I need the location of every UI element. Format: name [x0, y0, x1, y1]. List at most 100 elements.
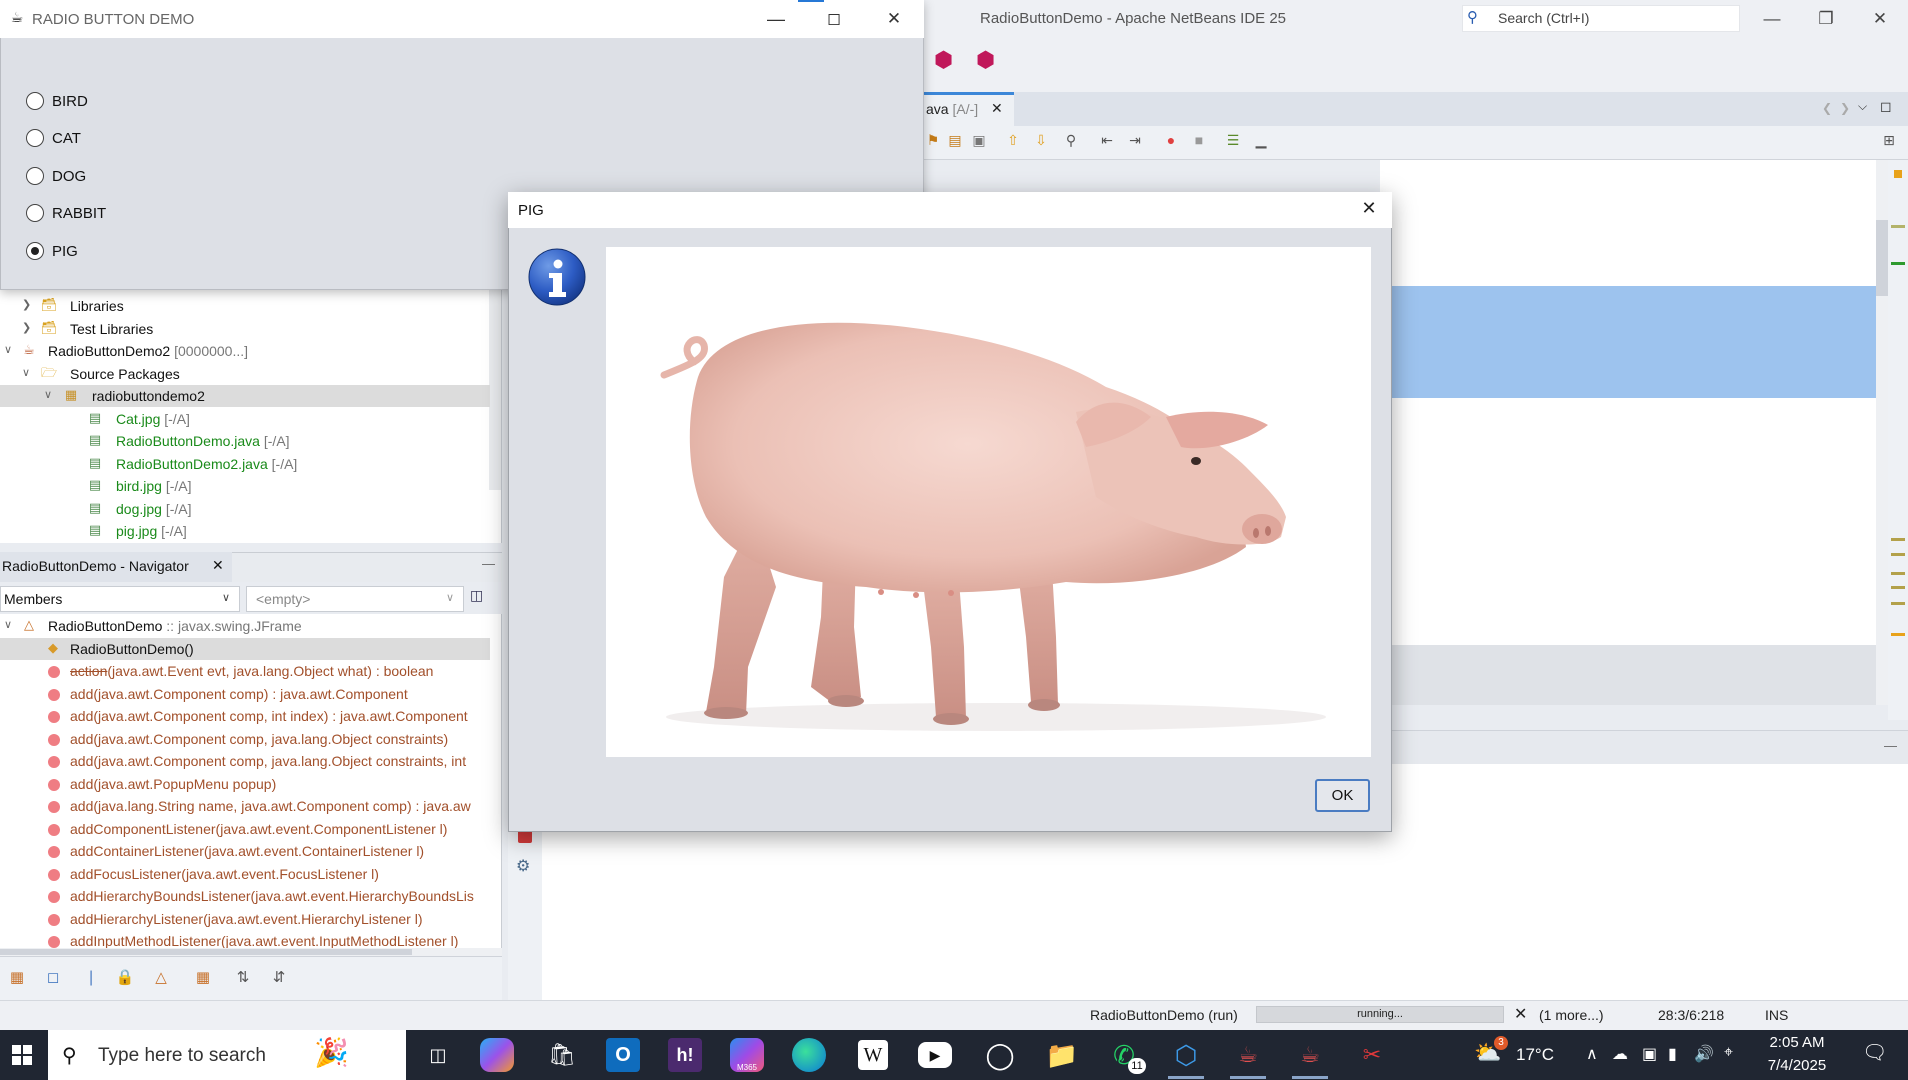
ide-close-button[interactable]: ✕	[1858, 4, 1902, 34]
error-stripe-mark[interactable]	[1891, 538, 1905, 541]
dialog-close-button[interactable]: ✕	[1355, 198, 1383, 222]
projects-scrollbar[interactable]	[489, 290, 501, 490]
navigator-method-row[interactable]: add(java.awt.PopupMenu popup)	[0, 773, 490, 795]
stop-macro-icon[interactable]: ■	[1190, 132, 1208, 150]
microsoft-store-icon[interactable]: 🛍	[542, 1036, 582, 1074]
search-highlight-icon[interactable]: 🎉	[314, 1036, 349, 1069]
navigator-close-icon[interactable]: ✕	[212, 557, 224, 574]
tree-item-file[interactable]: ▤ pig.jpg [-/A]	[0, 520, 490, 542]
show-fields-icon[interactable]: ◻	[42, 968, 64, 990]
error-stripe-mark[interactable]	[1891, 586, 1905, 589]
navigator-method-row[interactable]: addFocusListener(java.awt.event.FocusLis…	[0, 863, 490, 885]
error-stripe-mark[interactable]	[1891, 602, 1905, 605]
radio-rabbit[interactable]: RABBIT	[26, 202, 186, 226]
shift-right-icon[interactable]: ⇥	[1126, 132, 1144, 150]
volume-icon[interactable]: 🔊	[1694, 1044, 1714, 1064]
error-stripe-warning-icon[interactable]	[1894, 170, 1902, 178]
radio-dog[interactable]: DOG	[26, 165, 186, 189]
navigator-minimize-icon[interactable]: —	[482, 556, 495, 571]
navigator-method-row[interactable]: add(java.awt.Component comp, java.lang.O…	[0, 728, 490, 750]
radio-circle-icon[interactable]	[26, 92, 44, 110]
wikipedia-icon[interactable]: W	[858, 1040, 888, 1070]
radio-circle-icon[interactable]	[26, 242, 44, 260]
pig-dialog-titlebar[interactable]	[508, 192, 1392, 228]
java-app-taskbar-icon[interactable]: ☕	[1290, 1036, 1330, 1074]
java-app-taskbar-icon[interactable]: ☕	[1228, 1036, 1268, 1074]
split-editor-icon[interactable]: ⊞	[1880, 132, 1898, 150]
comment-icon[interactable]: ☰	[1224, 132, 1242, 150]
tree-item-file[interactable]: ▤ dog.jpg [-/A]	[0, 498, 490, 520]
status-more-tasks[interactable]: (1 more...)	[1539, 1007, 1604, 1023]
radio-circle-icon[interactable]	[26, 167, 44, 185]
radio-bird[interactable]: BIRD	[26, 90, 186, 114]
cancel-task-icon[interactable]: ✕	[1514, 1004, 1527, 1024]
device-icon[interactable]: ▣	[1642, 1044, 1657, 1064]
microsoft-365-icon[interactable]: M365	[730, 1038, 764, 1072]
tree-item-package[interactable]: ∨ ▦ radiobuttondemo2	[0, 385, 490, 407]
tree-item-file[interactable]: ▤ RadioButtonDemo.java [-/A]	[0, 430, 490, 452]
sort-by-source-icon[interactable]: ⇵	[268, 968, 290, 990]
navigator-method-row[interactable]: addHierarchyListener(java.awt.event.Hier…	[0, 908, 490, 930]
navigator-method-row[interactable]: add(java.awt.Component comp, java.lang.O…	[0, 750, 490, 772]
close-button[interactable]: ✕	[872, 4, 916, 34]
output-settings-icon[interactable]: ⚙	[516, 856, 530, 876]
search-icon[interactable]: ⚲	[1467, 8, 1478, 26]
navigator-view-icon[interactable]: ◫	[470, 587, 492, 611]
radio-circle-icon[interactable]	[26, 129, 44, 147]
error-stripe-mark[interactable]	[1891, 572, 1905, 575]
navigator-method-row[interactable]: action(java.awt.Event evt, java.lang.Obj…	[0, 660, 490, 682]
weather-temperature[interactable]: 17°C	[1516, 1045, 1554, 1065]
tree-item-project[interactable]: ∨ ☕ RadioButtonDemo2 [0000000...]	[0, 340, 490, 362]
navigator-method-row[interactable]: addHierarchyBoundsListener(java.awt.even…	[0, 885, 490, 907]
start-macro-icon[interactable]: ●	[1162, 132, 1180, 150]
onedrive-icon[interactable]: ☁	[1612, 1044, 1628, 1064]
navigator-constructor-row[interactable]: ◆ RadioButtonDemo()	[0, 638, 490, 660]
status-run-label[interactable]: RadioButtonDemo (run)	[1090, 1007, 1238, 1023]
tree-item-file[interactable]: ▤ Cat.jpg [-/A]	[0, 408, 490, 430]
tree-item-file[interactable]: ▤ RadioButtonDemo2.java [-/A]	[0, 453, 490, 475]
profile-project-icon[interactable]: ⬢	[976, 47, 995, 73]
tree-item-file[interactable]: ▤ bird.jpg [-/A]	[0, 475, 490, 497]
navigator-hscrollbar-thumb[interactable]	[0, 949, 412, 955]
show-static-icon[interactable]: ❘	[80, 968, 102, 990]
copilot-icon[interactable]	[480, 1038, 514, 1072]
show-inherited-icon[interactable]: ▦	[6, 968, 28, 990]
tab-scroll-left-icon[interactable]: ❮	[1822, 101, 1832, 115]
clock-date[interactable]: 7/4/2025	[1752, 1057, 1842, 1074]
minimize-button[interactable]: —	[754, 4, 798, 34]
chevron-down-icon[interactable]: ∨	[446, 591, 454, 604]
navigator-method-row[interactable]: add(java.awt.Component comp, int index) …	[0, 705, 490, 727]
code-editor[interactable]	[1380, 160, 1876, 705]
snipping-tool-icon[interactable]: ✂	[1352, 1036, 1392, 1074]
file-explorer-icon[interactable]: 📁	[1042, 1036, 1082, 1074]
battery-icon[interactable]: ▮	[1668, 1044, 1677, 1064]
navigator-method-row[interactable]: addComponentListener(java.awt.event.Comp…	[0, 818, 490, 840]
notification-icon[interactable]: 🗨	[1862, 1040, 1887, 1065]
clock-time[interactable]: 2:05 AM	[1752, 1034, 1842, 1051]
navigator-method-row[interactable]: add(java.awt.Component comp) : java.awt.…	[0, 683, 490, 705]
show-nonpublic-icon[interactable]: 🔒	[114, 968, 136, 990]
navigator-method-row[interactable]: addContainerListener(java.awt.event.Cont…	[0, 840, 490, 862]
find-selection-icon[interactable]: ⚲	[1062, 132, 1080, 150]
tab-list-dropdown-icon[interactable]: ⌵	[1858, 99, 1867, 114]
netbeans-icon[interactable]: ⬡	[1166, 1036, 1206, 1074]
show-hidden-icons-icon[interactable]: ∧	[1586, 1044, 1598, 1064]
ok-button[interactable]: OK	[1315, 779, 1370, 812]
tab-scroll-right-icon[interactable]: ❯	[1840, 101, 1850, 115]
previous-occurrence-icon[interactable]: ⇧	[1004, 132, 1022, 150]
task-view-icon[interactable]: ◫	[418, 1036, 458, 1074]
wifi-icon[interactable]: ⌖	[1724, 1044, 1733, 1062]
error-stripe-mark[interactable]	[1891, 225, 1905, 228]
tree-item-source-packages[interactable]: ∨ 🗁 Source Packages	[0, 363, 490, 385]
ide-minimize-button[interactable]: —	[1750, 4, 1794, 34]
outlook-icon[interactable]: O	[606, 1038, 640, 1072]
maximize-editor-icon[interactable]: ◻	[1880, 98, 1892, 115]
uncomment-icon[interactable]: ▁	[1252, 132, 1270, 150]
radio-cat[interactable]: CAT	[26, 127, 186, 151]
error-stripe-mark[interactable]	[1891, 553, 1905, 556]
navigator-method-row[interactable]: addInputMethodListener(java.awt.event.In…	[0, 930, 490, 948]
shift-left-icon[interactable]: ⇤	[1098, 132, 1116, 150]
windows-logo-icon[interactable]	[12, 1045, 32, 1065]
profile-icon[interactable]: ⬢	[934, 47, 953, 73]
edge-browser-icon[interactable]	[792, 1038, 826, 1072]
